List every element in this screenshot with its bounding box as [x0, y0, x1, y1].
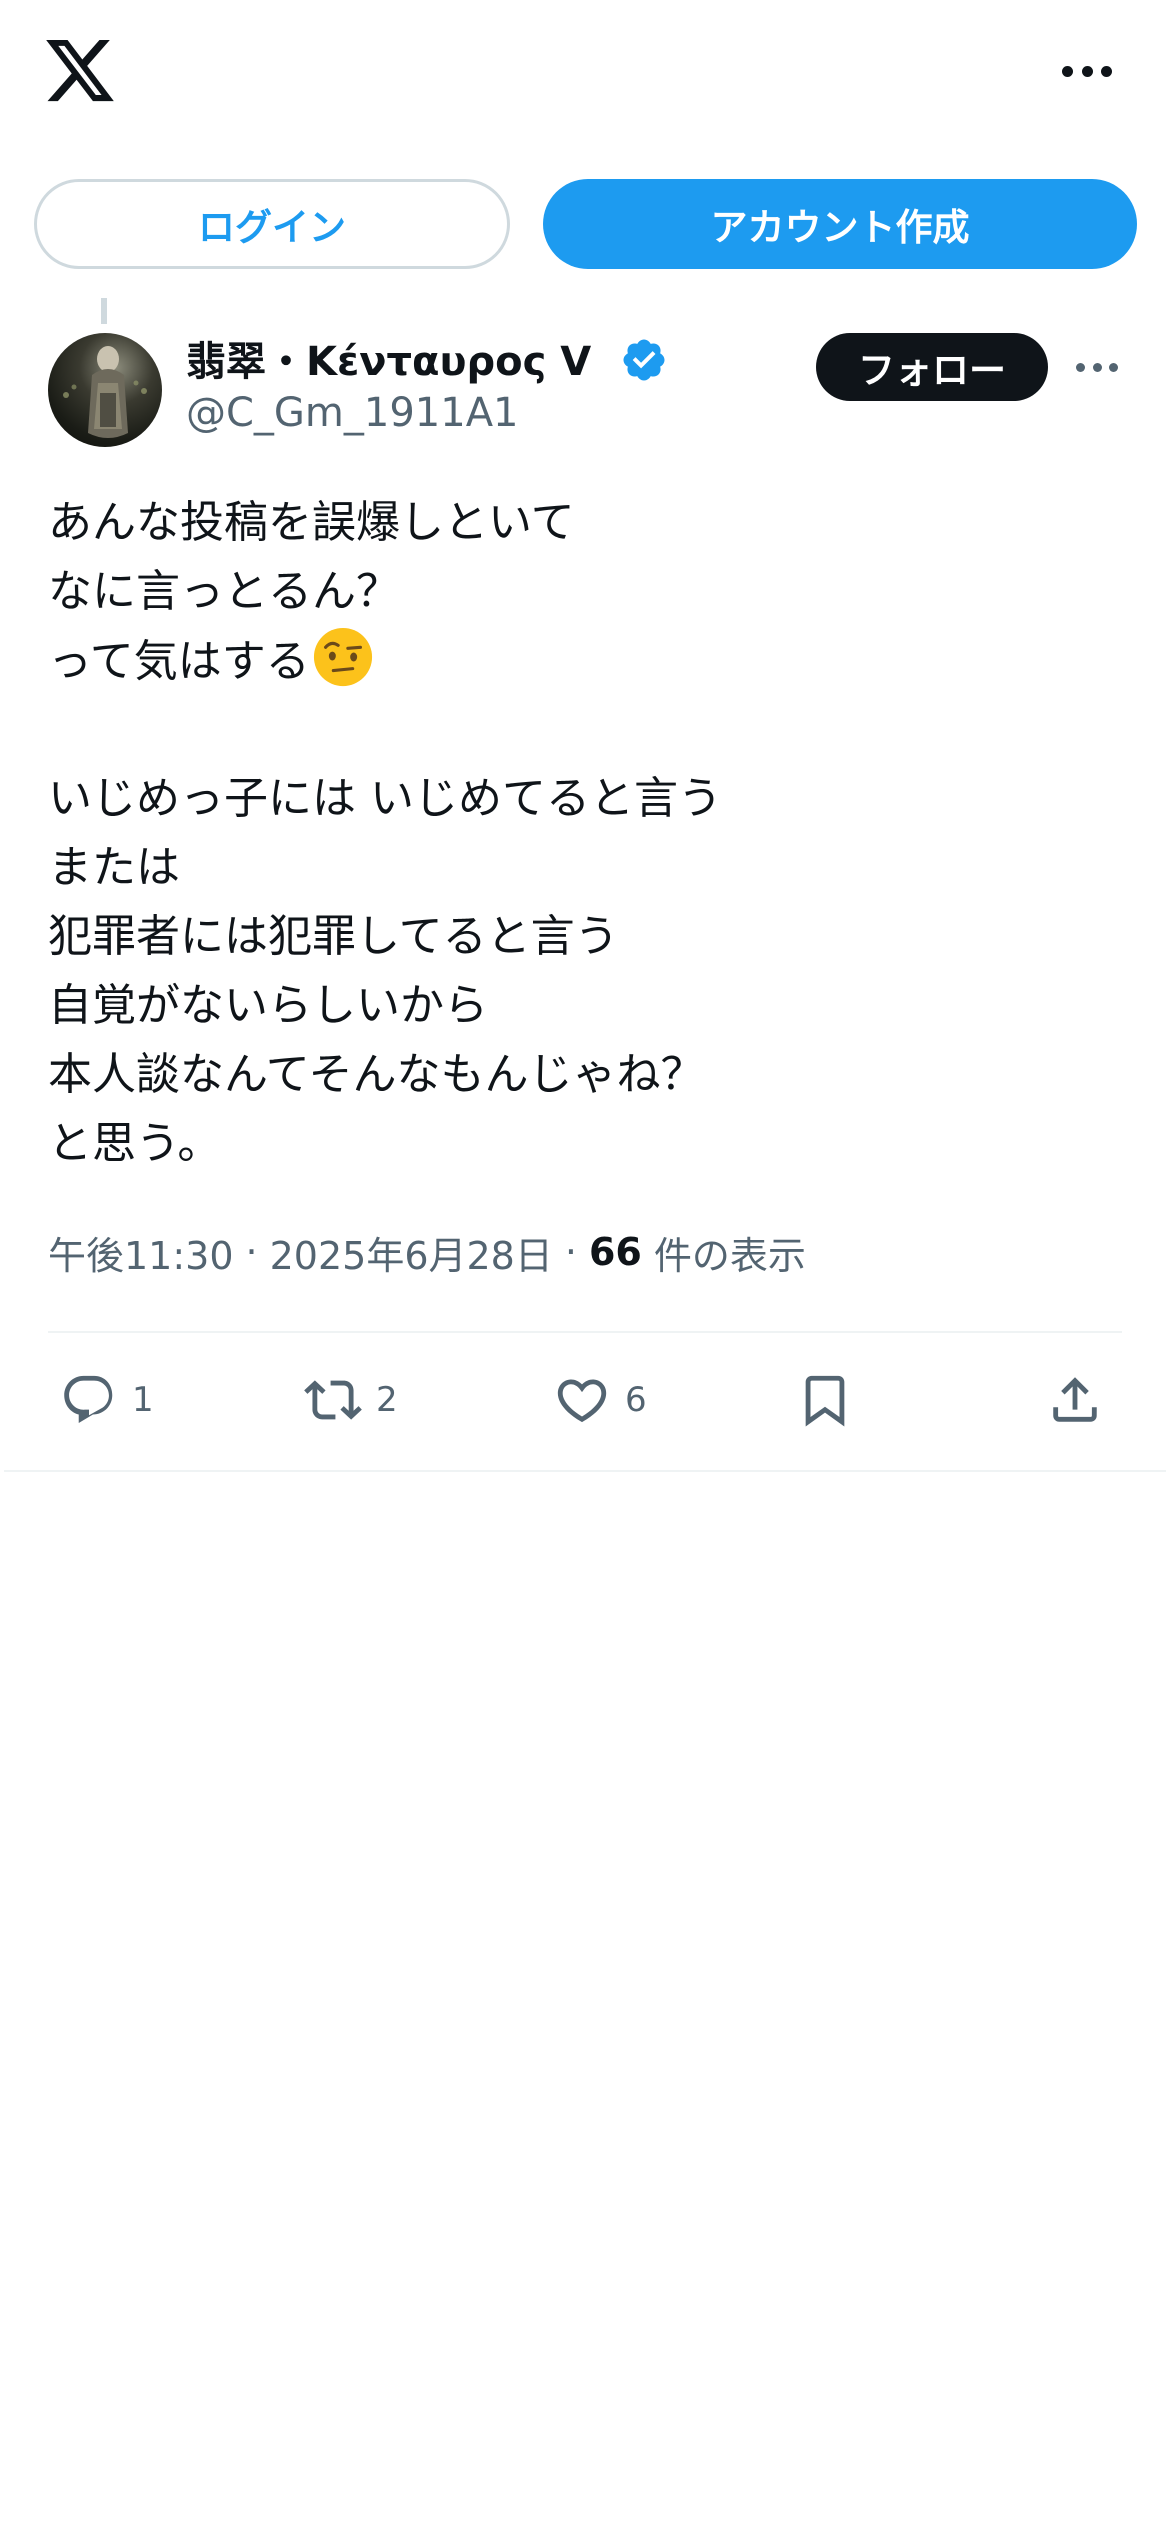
- reply-button[interactable]: 1: [60, 1350, 154, 1450]
- retweet-count: 2: [376, 1380, 398, 1420]
- bookmark-icon: [805, 1375, 845, 1427]
- views-count: 66: [588, 1230, 642, 1274]
- create-account-button[interactable]: アカウント作成: [543, 179, 1137, 269]
- tweet-more-icon[interactable]: [1076, 352, 1118, 382]
- author-handle[interactable]: @C_Gm_1911A1: [186, 390, 519, 436]
- tweet-text-line: または: [48, 842, 180, 893]
- face-with-raised-eyebrow-emoji-icon: [313, 627, 372, 687]
- tweet-action-bar: 1 2 6: [0, 1350, 1170, 1450]
- more-horizontal-icon[interactable]: [1062, 56, 1112, 86]
- tweet-text-line: いじめっ子には いじめてると言う: [48, 773, 722, 824]
- views-label: 件の表示: [653, 1233, 806, 1278]
- tweet-text-line: 犯罪者には犯罪してると言う: [48, 911, 619, 962]
- tweet-text-line: なに言っとるん？: [48, 566, 400, 617]
- top-bar: [0, 0, 1170, 150]
- avatar[interactable]: [48, 333, 162, 447]
- divider: [48, 1331, 1122, 1333]
- like-count: 6: [625, 1380, 647, 1420]
- share-button[interactable]: [1046, 1350, 1104, 1450]
- reply-icon: [64, 1375, 113, 1423]
- thread-connector-line: [101, 298, 107, 324]
- tweet-text-line: 本人談なんてそんなもんじゃね？: [48, 1049, 705, 1100]
- meta-separator: ·: [245, 1230, 258, 1274]
- divider: [4, 1470, 1166, 1472]
- retweet-icon: [304, 1380, 362, 1420]
- tweet-metadata: 午後11:30 · 2025年6月28日 · 66 件の表示: [48, 1222, 806, 1282]
- tweet-text-line: あんな投稿を誤爆しといて: [48, 497, 575, 548]
- tweet-text-line-with-emoji: って気はする: [48, 626, 1128, 695]
- x-logo-icon[interactable]: [46, 40, 114, 102]
- avatar-image: [63, 346, 147, 438]
- heart-icon: [557, 1379, 607, 1423]
- tweet-time[interactable]: 午後11:30: [48, 1225, 234, 1280]
- tweet-text-line: 自覚がないらしいから: [48, 980, 488, 1031]
- meta-separator: ·: [564, 1230, 577, 1274]
- tweet-text: あんな投稿を誤爆しといて なに言っとるん？ って気はする いじめっ子には いじめ…: [48, 488, 1128, 1178]
- retweet-button[interactable]: 2: [304, 1350, 398, 1450]
- follow-button[interactable]: フォロー: [816, 333, 1048, 401]
- login-button[interactable]: ログイン: [34, 179, 510, 269]
- like-button[interactable]: 6: [553, 1350, 647, 1450]
- verified-badge-icon: [623, 339, 665, 381]
- tweet-text-line: って気はする: [48, 636, 310, 687]
- share-icon: [1053, 1377, 1097, 1422]
- bookmark-button[interactable]: [796, 1350, 854, 1450]
- reply-count: 1: [132, 1380, 154, 1420]
- tweet-date[interactable]: 2025年6月28日: [270, 1225, 553, 1280]
- author-display-name[interactable]: 翡翠・Κένταυρος V: [186, 330, 591, 386]
- tweet-text-line: と思う。: [48, 1118, 222, 1169]
